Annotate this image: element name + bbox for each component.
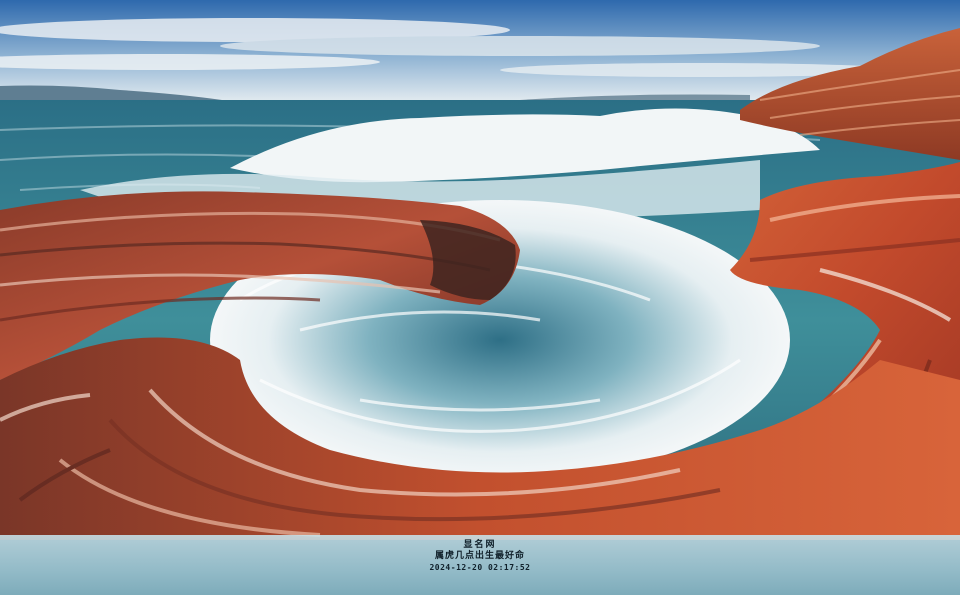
caption-subtitle: 属虎几点出生最好命	[434, 551, 525, 561]
caption-bar: 显名网 属虎几点出生最好命 2024-12-20 02:17:52	[0, 535, 960, 595]
seascape-photo	[0, 0, 960, 595]
seascape-illustration	[0, 0, 960, 541]
caption-title: 显名网	[463, 540, 497, 550]
caption-timestamp: 2024-12-20 02:17:52	[429, 563, 531, 572]
